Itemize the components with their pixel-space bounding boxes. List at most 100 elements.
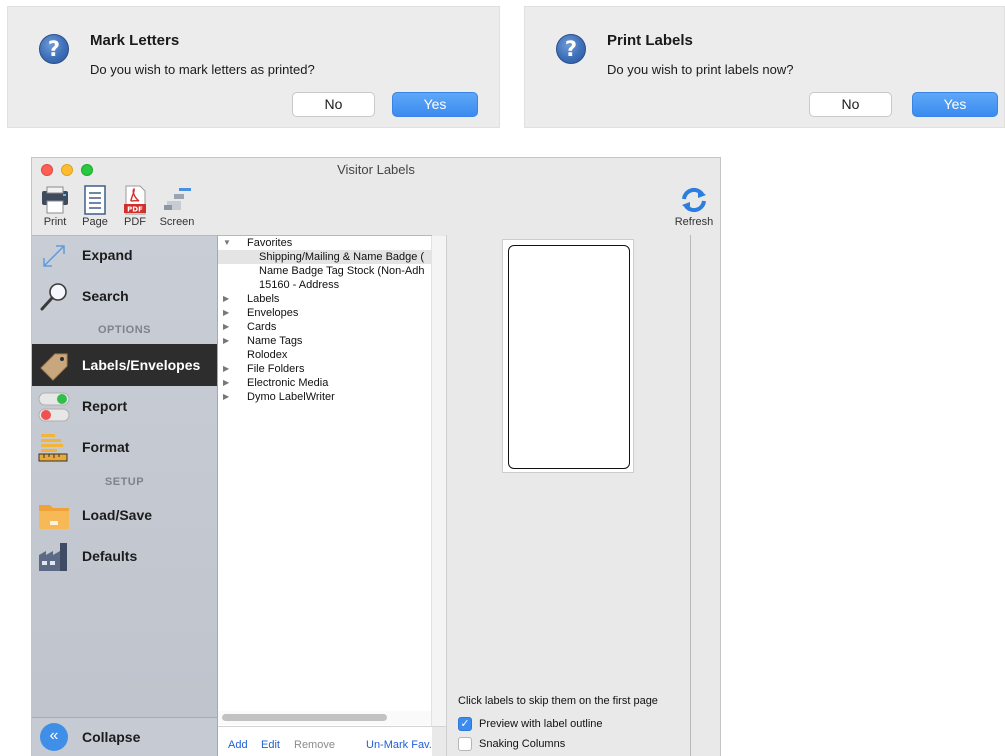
yes-button[interactable]: Yes (912, 92, 998, 117)
tree-group-labels[interactable]: ▶ Labels (218, 292, 431, 306)
label-outline[interactable] (508, 245, 630, 469)
sidebar-item-format[interactable]: Format (32, 428, 217, 468)
screen-icon (161, 185, 193, 215)
disclosure-right-icon: ▶ (223, 294, 230, 303)
question-icon: ? (39, 34, 69, 64)
options-section-header: OPTIONS (97, 324, 151, 336)
pdf-label: PDF (124, 216, 146, 228)
setup-section-header: SETUP (104, 476, 145, 488)
disclosure-right-icon: ▶ (223, 336, 230, 345)
label-type-tree-pane: ▼ Favorites Shipping/Mailing & Name Badge… (217, 235, 446, 756)
dialog-message: Do you wish to mark letters as printed? (90, 62, 315, 77)
snaking-columns-checkbox[interactable] (458, 737, 472, 751)
magnifier-icon (38, 281, 70, 313)
screen-label: Screen (159, 216, 195, 228)
pdf-button[interactable]: PDF PDF (118, 185, 152, 228)
expand-icon (38, 240, 70, 272)
sidebar-item-labels-envelopes[interactable]: Labels/Envelopes (32, 344, 217, 386)
tree-group-favorites[interactable]: ▼ Favorites (218, 236, 431, 250)
close-window-button[interactable] (41, 164, 53, 176)
add-button[interactable]: Add (228, 739, 248, 751)
label-preview-pane: Click labels to skip them on the first p… (446, 235, 691, 756)
refresh-icon (678, 185, 710, 215)
tree-item[interactable]: Name Badge Tag Stock (Non-Adh (218, 264, 431, 278)
sidebar-item-load-save[interactable]: Load/Save (32, 496, 217, 536)
sidebar-item-expand[interactable]: Expand (32, 236, 217, 276)
page-button[interactable]: Page (78, 185, 112, 228)
tree-group-envelopes[interactable]: ▶ Envelopes (218, 306, 431, 320)
vertical-scrollbar[interactable] (431, 236, 446, 726)
disclosure-right-icon: ▶ (223, 378, 230, 387)
pdf-icon: PDF (119, 185, 151, 215)
disclosure-right-icon: ▶ (223, 364, 230, 373)
page-setup-icon (79, 185, 111, 215)
tree-item[interactable]: Shipping/Mailing & Name Badge ( (218, 250, 431, 264)
sidebar-item-label: Labels/Envelopes (82, 357, 201, 373)
edit-button[interactable]: Edit (261, 739, 280, 751)
tag-icon (38, 349, 70, 381)
sidebar-item-label: Load/Save (82, 507, 153, 523)
sidebar-item-label: Format (82, 439, 130, 455)
factory-icon (38, 541, 70, 573)
format-ruler-icon (38, 432, 70, 464)
disclosure-down-icon: ▼ (223, 238, 231, 247)
folder-icon (38, 500, 70, 532)
title-bar: Visitor Labels (32, 158, 720, 185)
no-button[interactable]: No (292, 92, 375, 117)
sidebar: Expand Search OPTIONS Labels/Envelopes R… (32, 235, 217, 756)
unmark-favorite-button[interactable]: Un-Mark Fav. (366, 739, 432, 751)
disclosure-right-icon: ▶ (223, 322, 230, 331)
visitor-labels-window: Visitor Labels Print Page PDF PDF Screen… (31, 157, 721, 756)
tree-group-dymo-labelwriter[interactable]: ▶ Dymo LabelWriter (218, 390, 431, 404)
tree-item-rolodex[interactable]: Rolodex (218, 348, 431, 362)
preview-outline-label: Preview with label outline (479, 718, 603, 730)
label-type-tree: ▼ Favorites Shipping/Mailing & Name Badge… (218, 236, 431, 404)
svg-text:PDF: PDF (127, 206, 143, 214)
window-title: Visitor Labels (337, 162, 415, 177)
sidebar-item-search[interactable]: Search (32, 277, 217, 317)
page-preview[interactable] (502, 239, 634, 473)
toolbar: Print Page PDF PDF Screen Refresh (32, 185, 720, 235)
sidebar-item-label: Defaults (82, 548, 138, 564)
skip-labels-hint: Click labels to skip them on the first p… (458, 695, 658, 707)
horizontal-scrollbar[interactable] (218, 711, 431, 725)
sidebar-item-label: Expand (82, 247, 133, 263)
refresh-button[interactable]: Refresh (672, 185, 716, 228)
tree-group-file-folders[interactable]: ▶ File Folders (218, 362, 431, 376)
scrollbar-thumb[interactable] (222, 714, 387, 721)
tree-group-name-tags[interactable]: ▶ Name Tags (218, 334, 431, 348)
disclosure-right-icon: ▶ (223, 392, 230, 401)
sidebar-item-collapse[interactable]: « Collapse (32, 717, 217, 756)
print-label: Print (43, 216, 67, 228)
print-labels-dialog: ? Print Labels Do you wish to print labe… (524, 6, 1005, 128)
dialog-title: Print Labels (607, 32, 693, 49)
tree-group-electronic-media[interactable]: ▶ Electronic Media (218, 376, 431, 390)
remove-button[interactable]: Remove (294, 739, 335, 751)
yes-button[interactable]: Yes (392, 92, 478, 117)
mark-letters-dialog: ? Mark Letters Do you wish to mark lette… (7, 6, 500, 128)
printer-icon (39, 185, 71, 215)
preview-outline-checkbox[interactable]: ✓ (458, 717, 472, 731)
minimize-window-button[interactable] (61, 164, 73, 176)
sidebar-item-label: Collapse (82, 729, 141, 745)
refresh-label: Refresh (674, 216, 714, 228)
sidebar-item-label: Report (82, 398, 128, 414)
disclosure-right-icon: ▶ (223, 308, 230, 317)
print-button[interactable]: Print (38, 185, 72, 228)
collapse-chevron-icon: « (40, 723, 68, 751)
sidebar-item-defaults[interactable]: Defaults (32, 537, 217, 577)
sidebar-item-report[interactable]: Report (32, 387, 217, 427)
dialog-message: Do you wish to print labels now? (607, 62, 794, 77)
tree-group-cards[interactable]: ▶ Cards (218, 320, 431, 334)
tree-item[interactable]: 15160 - Address (218, 278, 431, 292)
toggle-switches-icon (38, 391, 70, 423)
question-icon: ? (556, 34, 586, 64)
no-button[interactable]: No (809, 92, 892, 117)
page-label: Page (82, 216, 108, 228)
snaking-columns-label: Snaking Columns (479, 738, 566, 750)
tree-actions-bar: Add Edit Remove Un-Mark Fav. (218, 726, 446, 756)
sidebar-item-label: Search (82, 288, 129, 304)
zoom-window-button[interactable] (81, 164, 93, 176)
dialog-title: Mark Letters (90, 32, 180, 49)
screen-button[interactable]: Screen (154, 185, 200, 228)
